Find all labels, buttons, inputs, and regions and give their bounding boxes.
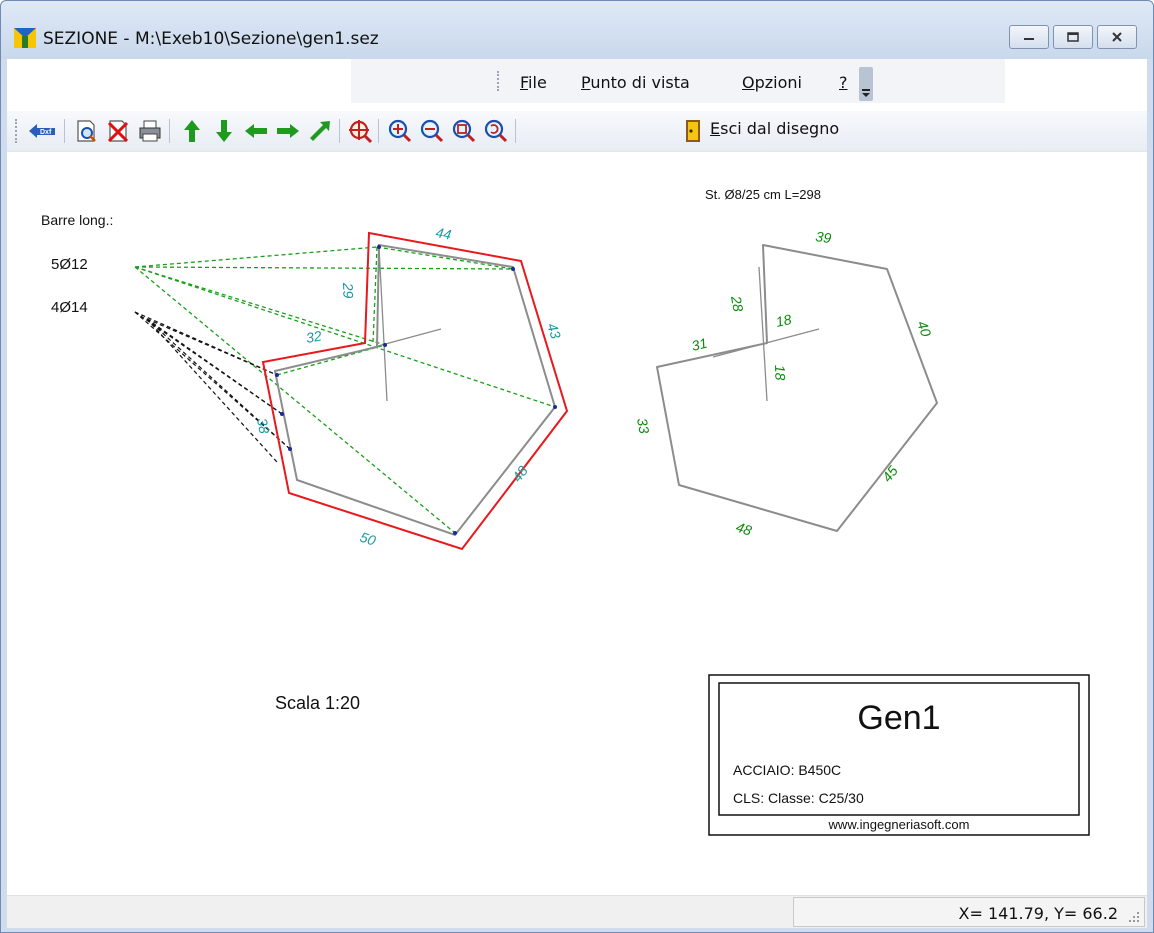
app-icon [14, 28, 36, 48]
section-dimension-label: 50 [358, 529, 378, 549]
toolbar-separator [378, 119, 379, 143]
stirrup-dimension-label: 31 [690, 335, 709, 354]
exit-drawing-label: sci dal disegno [720, 119, 840, 138]
stirrup-dimension-label: 28 [728, 294, 747, 313]
client-area: File Punto di vista Opzioni ? Dxf Esci d… [7, 59, 1147, 928]
arrow-diagonal-icon[interactable] [307, 118, 333, 144]
menu-opzioni-accel: O [742, 73, 755, 92]
bars-title: Barre long.: [41, 212, 113, 228]
zoom-window-icon[interactable] [347, 118, 373, 144]
chevron-down-icon [862, 89, 870, 97]
dxf-export-icon[interactable]: Dxf [27, 118, 57, 144]
stirrup-dimension-label: 33 [634, 417, 652, 435]
menu-help-label: ? [839, 73, 848, 92]
menu-help[interactable]: ? [839, 73, 848, 92]
menu-punto-accel: P [581, 73, 591, 92]
title-block-steel: ACCIAIO: B450C [733, 762, 841, 778]
toolbar-separator [64, 119, 65, 143]
section-dimension-label: 43 [544, 321, 564, 341]
menu-opzioni-label: pzioni [754, 73, 802, 92]
arrow-left-icon[interactable] [243, 118, 269, 144]
toolbar-separator [339, 119, 340, 143]
stirrup-dimension-label: 48 [734, 519, 754, 539]
zoom-previous-icon[interactable] [483, 118, 509, 144]
title-block-concrete: CLS: Classe: C25/30 [733, 790, 864, 806]
stirrup-dimension-label: 18 [772, 365, 789, 381]
section-dimension-label: 29 [340, 282, 357, 299]
menu-file-label: ile [528, 73, 547, 92]
leader-lines-black [134, 311, 291, 463]
maximize-icon [1067, 32, 1079, 42]
cursor-coordinates: X= 141.79, Y= 66.2 [958, 904, 1119, 923]
menu-grip-handle[interactable] [497, 71, 502, 91]
stirrup-dimension-label: 18 [774, 311, 793, 330]
stirrup-outline [656, 244, 938, 532]
rebar-dots [275, 245, 557, 535]
zoom-out-icon[interactable] [419, 118, 445, 144]
section-dimension-label: 32 [305, 327, 323, 345]
minimize-button[interactable] [1009, 25, 1049, 49]
delete-icon[interactable] [105, 118, 131, 144]
application-window: SEZIONE - M:\Exeb10\Sezione\gen1.sez Fil… [0, 0, 1154, 933]
bar-group-label: 4Ø14 [51, 299, 88, 316]
toolbar-grip-handle[interactable] [15, 119, 20, 143]
section-dimension-label: 44 [434, 224, 452, 242]
minimize-icon [1024, 38, 1034, 40]
stirrup-title: St. Ø8/25 cm L=298 [705, 187, 821, 202]
drawing-canvas[interactable]: Barre long.: 5Ø12 4Ø14 44 29 43 32 38 48… [7, 157, 1147, 895]
exit-icon[interactable] [680, 118, 706, 144]
menu-file[interactable]: File [520, 73, 547, 92]
menu-bar: File Punto di vista Opzioni ? [7, 59, 1147, 103]
title-bar[interactable]: SEZIONE - M:\Exeb10\Sezione\gen1.sez [1, 1, 1153, 59]
stirrup-outline-section [273, 243, 557, 537]
section-dimension-label: 38 [254, 417, 272, 435]
dxf-label: Dxf [40, 129, 52, 136]
coordinates-panel: X= 141.79, Y= 66.2 [793, 897, 1145, 927]
zoom-in-icon[interactable] [387, 118, 413, 144]
section-axis [336, 328, 442, 358]
print-preview-icon[interactable] [73, 118, 99, 144]
concrete-section-outline [261, 231, 569, 551]
arrow-right-icon[interactable] [275, 118, 301, 144]
menu-overflow-chevron[interactable] [859, 67, 873, 101]
section-axis [378, 246, 388, 402]
close-icon [1112, 32, 1122, 42]
scale-label: Scala 1:20 [275, 693, 360, 713]
maximize-button[interactable] [1053, 25, 1093, 49]
menu-punto-di-vista[interactable]: Punto di vista [581, 73, 690, 92]
toolbar-separator [169, 119, 170, 143]
title-block-website: www.ingegneriasoft.com [828, 817, 970, 832]
zoom-extents-icon[interactable] [451, 118, 477, 144]
menu-punto-label: unto di vista [590, 73, 690, 92]
arrow-up-icon[interactable] [179, 118, 205, 144]
stirrup-dimension-label: 45 [879, 463, 901, 485]
status-bar: X= 141.79, Y= 66.2 [7, 895, 1147, 928]
close-button[interactable] [1097, 25, 1137, 49]
arrow-down-icon[interactable] [211, 118, 237, 144]
print-icon[interactable] [137, 118, 163, 144]
resize-grip-icon[interactable] [1126, 909, 1140, 923]
exit-drawing-accel: E [710, 119, 721, 138]
window-title: SEZIONE - M:\Exeb10\Sezione\gen1.sez [43, 29, 379, 49]
toolbar: Dxf [7, 111, 1147, 152]
toolbar-separator [515, 119, 516, 143]
bar-group-label: 5Ø12 [51, 256, 88, 273]
stirrup-dimension-label: 39 [815, 228, 833, 246]
title-block-name: Gen1 [857, 699, 940, 737]
stirrup-dimension-label: 40 [914, 319, 934, 339]
exit-drawing-button[interactable]: Esci dal disegno [710, 119, 839, 138]
menu-file-accel: F [520, 73, 529, 92]
menu-opzioni[interactable]: Opzioni [742, 73, 802, 92]
